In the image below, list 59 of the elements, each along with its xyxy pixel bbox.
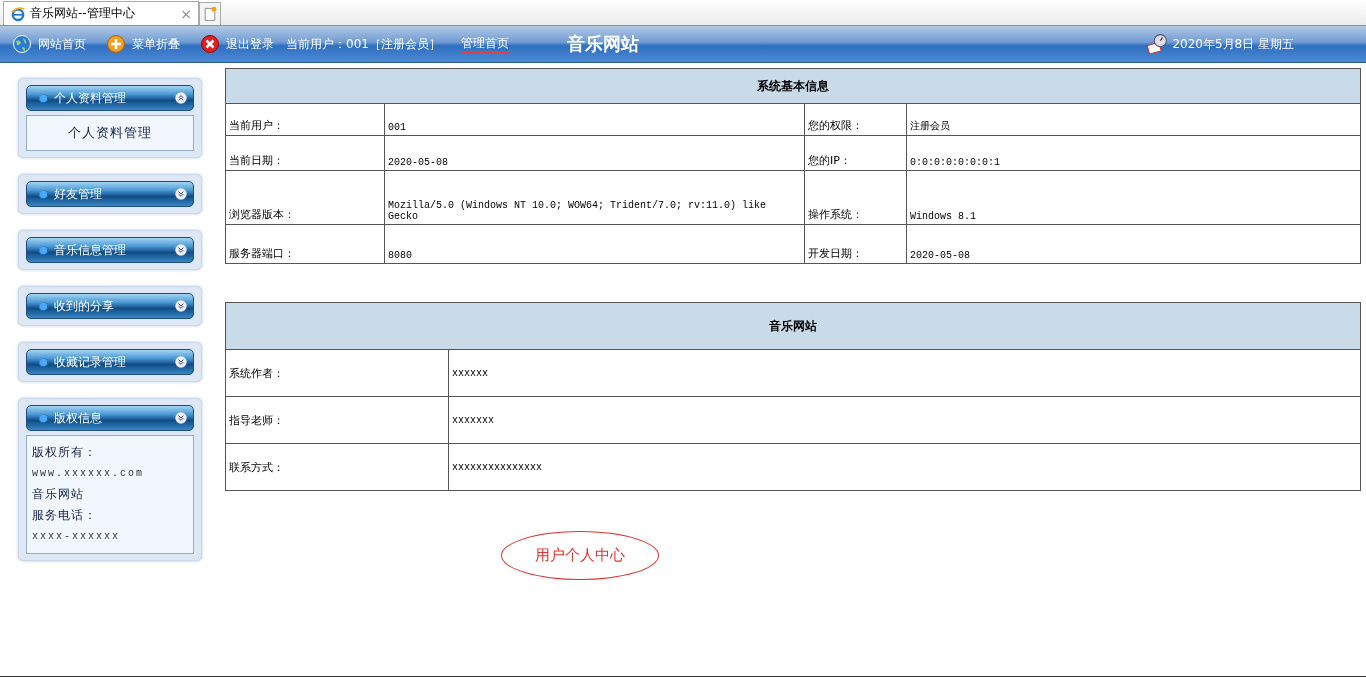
plus-icon: [106, 34, 126, 54]
table-cell: xxxxxxxxxxxxxxx: [448, 443, 1361, 491]
info-text: www.xxxxxx.com: [32, 467, 145, 481]
date-label: 2020年5月8日 星期五: [1172, 35, 1294, 53]
close-circle-icon: [200, 34, 220, 54]
table-cell: 2020-05-08: [384, 135, 805, 171]
field-label: 当前日期：: [225, 135, 385, 171]
field-label: 联系方式：: [225, 443, 449, 491]
new-page-icon: [202, 6, 218, 22]
table-cell: Mozilla/5.0 (Windows NT 10.0; WOW64; Trident/7.0; rv:11.0) like Gecko: [384, 170, 805, 225]
table-cell: xxxxxx: [448, 349, 1361, 397]
tab-title: 音乐网站--管理中心: [30, 5, 136, 22]
field-label: 服务器端口：: [225, 224, 385, 264]
table-cell: 8080: [384, 224, 805, 264]
menu-link[interactable]: 个人资料管理: [32, 122, 188, 144]
admin-home-link[interactable]: 管理首页: [460, 35, 509, 53]
panel-header[interactable]: 好友管理: [26, 181, 194, 207]
bullet-icon: [39, 357, 48, 367]
new-tab-button[interactable]: [199, 2, 221, 25]
bullet-icon: [39, 245, 48, 255]
browser-tab[interactable]: 音乐网站--管理中心 ×: [3, 1, 199, 25]
browser-logo-icon: [10, 5, 26, 22]
field-label: 您的权限：: [804, 103, 907, 136]
table-cell: 001: [384, 103, 805, 136]
table-cell: 2020-05-08: [906, 224, 1361, 264]
bullet-icon: [39, 189, 48, 199]
globe-icon: [12, 34, 32, 54]
table-cell: 注册会员: [906, 103, 1361, 136]
table-cell: Windows 8.1: [906, 170, 1361, 225]
field-label: 您的IP：: [804, 135, 907, 171]
toolbar-link[interactable]: 网站首页: [12, 34, 86, 54]
panel-header[interactable]: 个人资料管理: [26, 85, 194, 111]
toolbar-link[interactable]: 退出登录: [200, 34, 274, 54]
calendar-clock-icon: [1146, 33, 1169, 55]
bullet-icon: [39, 301, 48, 311]
field-label: 当前用户：: [225, 103, 385, 136]
field-label: 浏览器版本：: [225, 170, 385, 225]
bullet-icon: [39, 93, 48, 103]
panel-header[interactable]: 音乐信息管理: [26, 237, 194, 263]
panel-header[interactable]: 收藏记录管理: [26, 349, 194, 375]
field-label: 系统作者：: [225, 349, 449, 397]
site-title: 音乐网站: [566, 32, 639, 56]
current-user-label: 当前用户：001［注册会员］: [286, 35, 441, 53]
field-label: 开发日期：: [804, 224, 907, 264]
table-cell: 0:0:0:0:0:0:0:1: [906, 135, 1361, 171]
toolbar-link[interactable]: 菜单折叠: [106, 34, 180, 54]
panel-header[interactable]: 收到的分享: [26, 293, 194, 319]
info-text: xxxx-xxxxxx: [32, 530, 121, 544]
table-cell: xxxxxxx: [448, 396, 1361, 444]
info-text: 版权所有：: [32, 444, 98, 461]
table-title: 音乐网站: [225, 302, 1361, 350]
info-text: 音乐网站: [32, 486, 85, 503]
field-label: 操作系统：: [804, 170, 907, 225]
bullet-icon: [39, 413, 48, 423]
panel-header[interactable]: 版权信息: [26, 405, 194, 431]
field-label: 指导老师：: [225, 396, 449, 444]
info-text: 服务电话：: [32, 507, 98, 524]
close-button[interactable]: ×: [180, 5, 192, 22]
table-title: 系统基本信息: [225, 68, 1361, 104]
